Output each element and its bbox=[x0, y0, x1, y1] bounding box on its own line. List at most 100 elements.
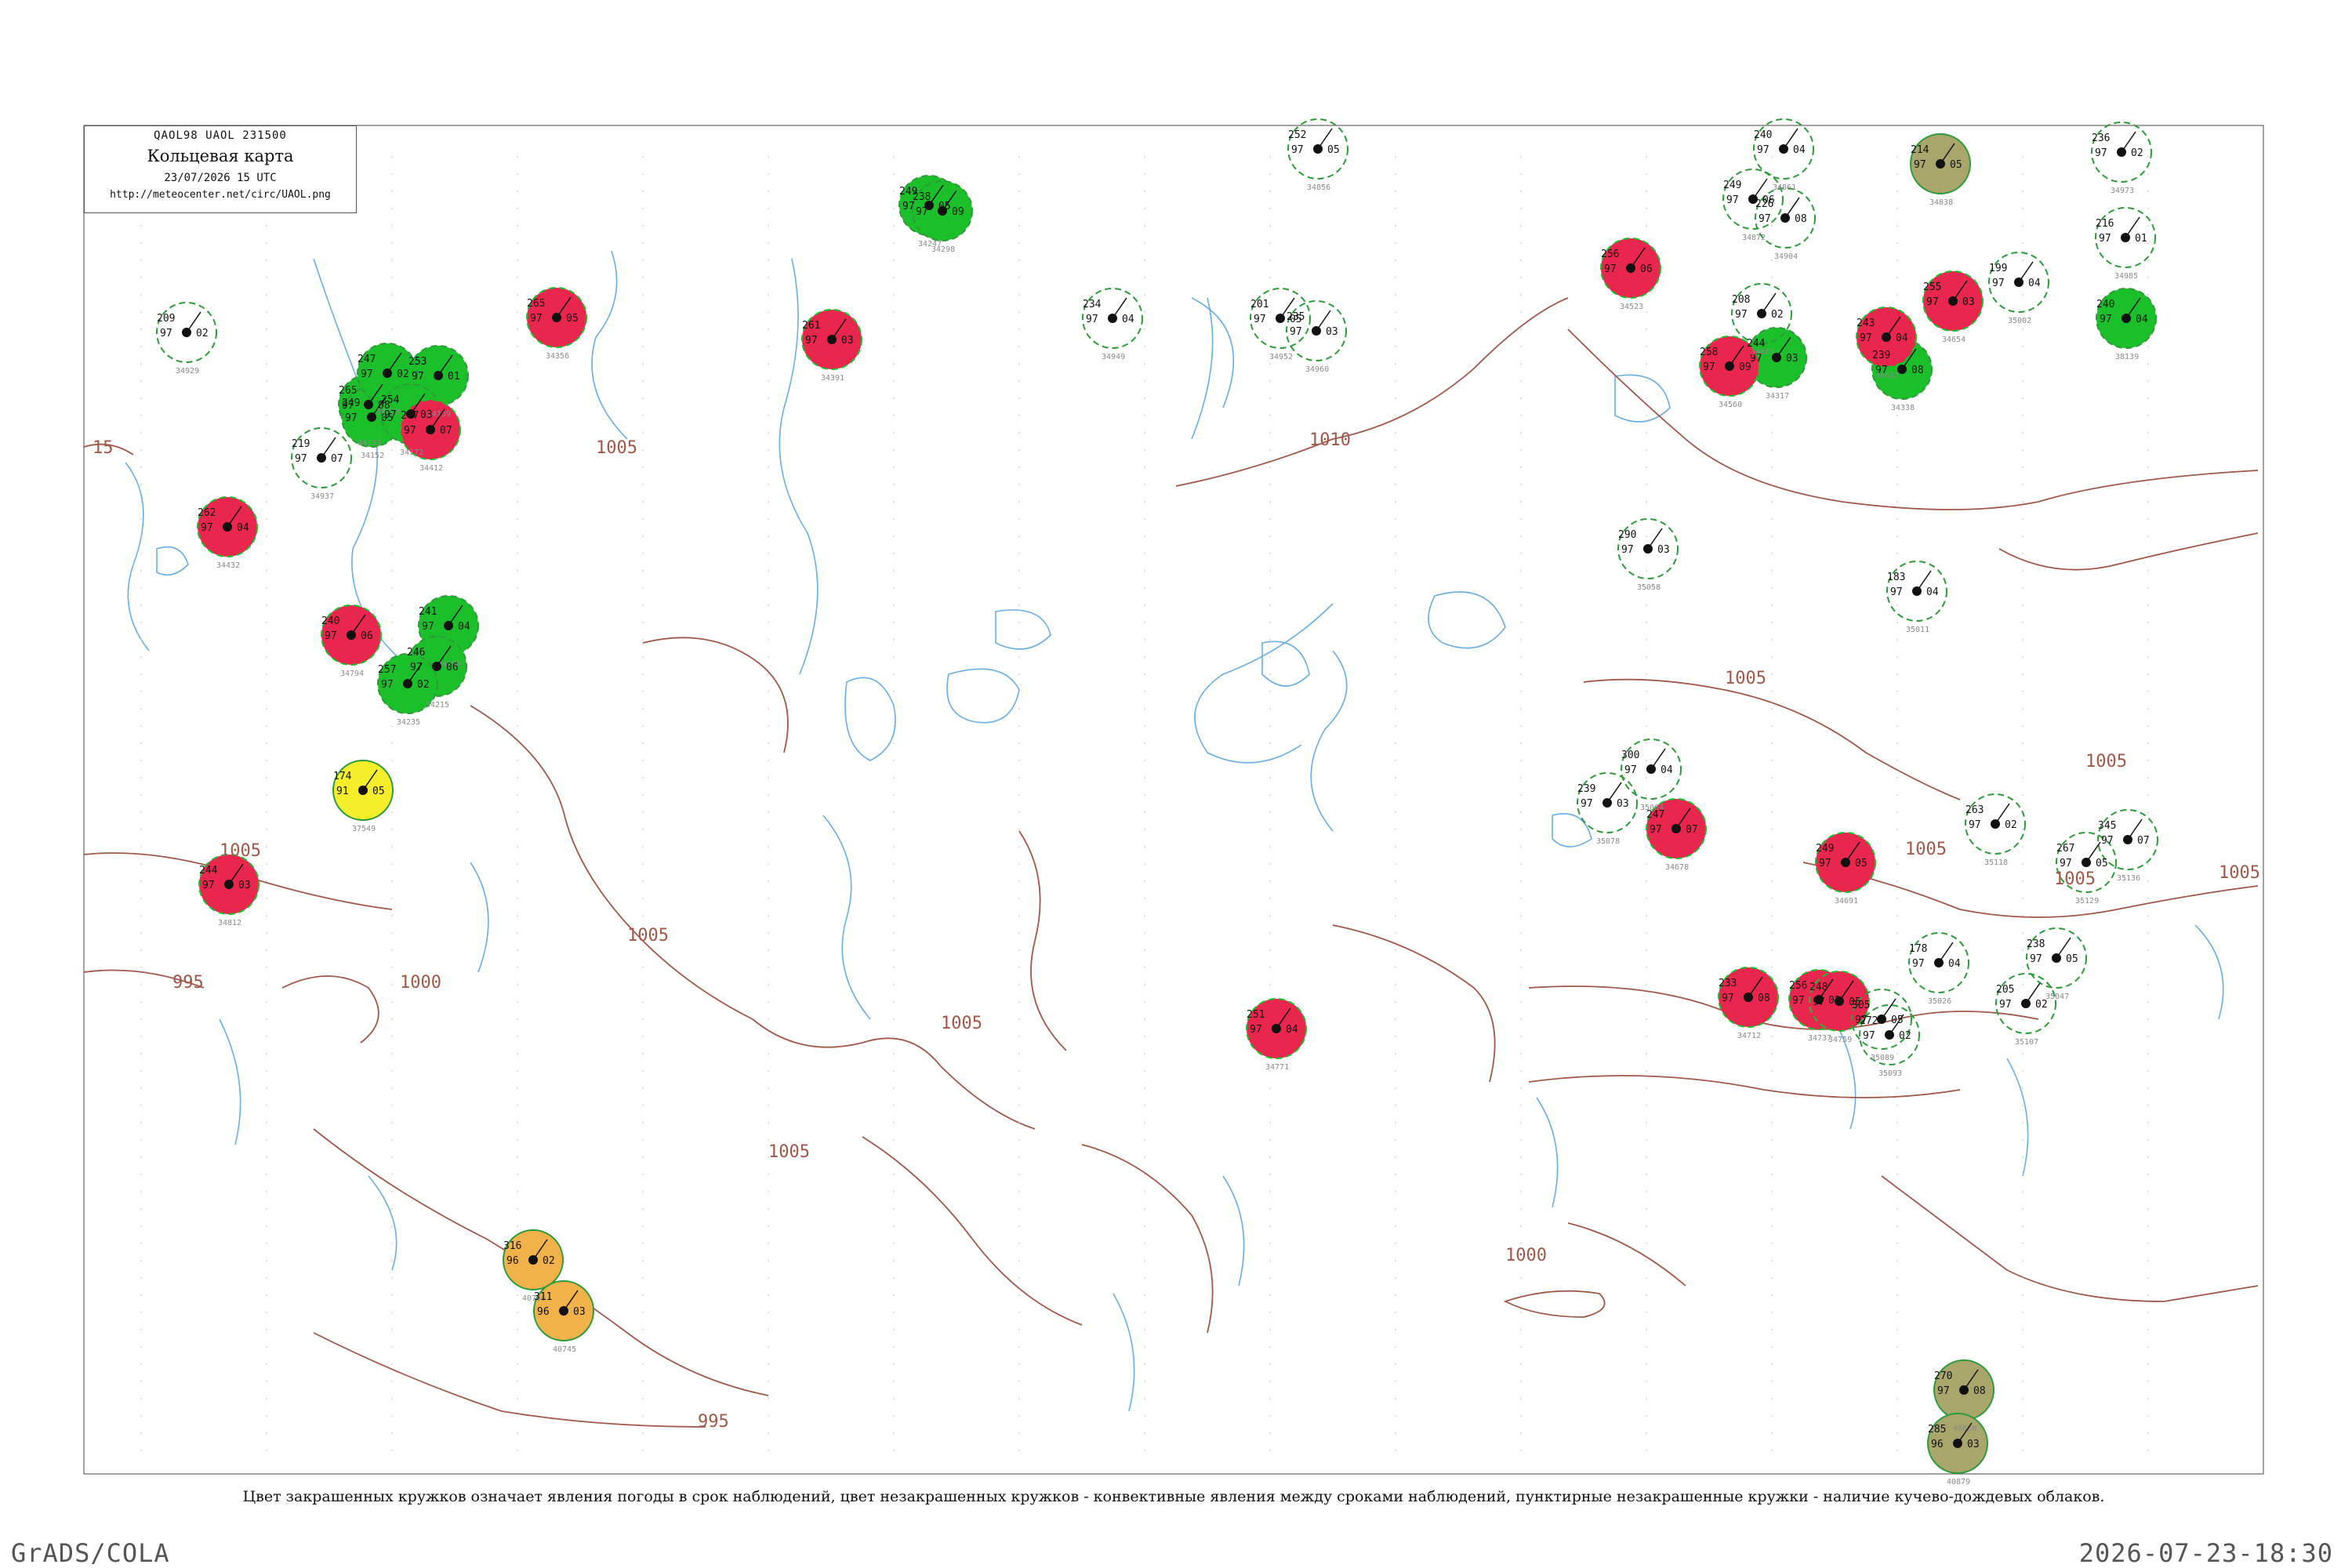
graticule-dot bbox=[2022, 1329, 2024, 1330]
graticule-dot bbox=[266, 1277, 267, 1279]
graticule-dot bbox=[266, 1294, 267, 1296]
graticule-dot bbox=[1018, 1001, 1020, 1003]
graticule-dot bbox=[768, 639, 769, 641]
station-code: 34560 bbox=[1719, 401, 1742, 409]
station-temperature: 97 bbox=[1926, 296, 1939, 308]
graticule-dot bbox=[1896, 1053, 1898, 1054]
graticule-dot bbox=[266, 225, 267, 227]
graticule-dot bbox=[893, 1363, 895, 1365]
graticule-dot bbox=[140, 570, 142, 572]
graticule-dot bbox=[642, 346, 644, 347]
station-pressure: 249 bbox=[1816, 843, 1834, 855]
graticule-dot bbox=[1269, 1156, 1271, 1158]
graticule-dot bbox=[1018, 535, 1020, 537]
graticule-dot bbox=[140, 225, 142, 227]
station-temperature: 97 bbox=[404, 425, 416, 437]
graticule-dot bbox=[1269, 311, 1271, 313]
graticule-dot bbox=[266, 1363, 267, 1365]
graticule-dot bbox=[642, 673, 644, 675]
graticule-dot bbox=[266, 742, 267, 744]
graticule-dot bbox=[1395, 311, 1396, 313]
station-dewpoint: 05 bbox=[1327, 144, 1340, 156]
station-temperature: 97 bbox=[325, 630, 337, 642]
graticule-dot bbox=[2022, 604, 2024, 606]
graticule-dot bbox=[1771, 691, 1773, 692]
graticule-dot bbox=[391, 1312, 393, 1313]
graticule-dot bbox=[1395, 570, 1396, 572]
graticule-dot bbox=[1144, 518, 1145, 520]
graticule-dot bbox=[1395, 742, 1396, 744]
graticule-dot bbox=[391, 949, 393, 951]
graticule-dot bbox=[1771, 777, 1773, 779]
graticule-dot bbox=[1646, 1122, 1647, 1123]
graticule-dot bbox=[266, 1243, 267, 1244]
graticule-dot bbox=[1395, 1415, 1396, 1417]
graticule-dot bbox=[642, 208, 644, 209]
station-dewpoint: 08 bbox=[1758, 993, 1770, 1004]
graticule-dot bbox=[1646, 311, 1647, 313]
graticule-dot bbox=[642, 225, 644, 227]
graticule-dot bbox=[1520, 1053, 1522, 1054]
graticule-dot bbox=[1269, 1208, 1271, 1210]
graticule-dot bbox=[2147, 1363, 2149, 1365]
graticule-dot bbox=[1896, 277, 1898, 278]
graticule-dot bbox=[266, 915, 267, 916]
graticule-dot bbox=[1896, 742, 1898, 744]
station-dewpoint: 09 bbox=[952, 206, 964, 218]
graticule-dot bbox=[391, 1191, 393, 1192]
graticule-dot bbox=[1520, 208, 1522, 209]
station-dewpoint: 02 bbox=[2131, 147, 2143, 159]
graticule-dot bbox=[140, 260, 142, 261]
graticule-dot bbox=[266, 518, 267, 520]
graticule-dot bbox=[1018, 449, 1020, 451]
graticule-dot bbox=[642, 1174, 644, 1175]
graticule-dot bbox=[642, 794, 644, 796]
graticule-dot bbox=[2147, 811, 2149, 813]
graticule-dot bbox=[893, 466, 895, 468]
station-dewpoint: 04 bbox=[1896, 332, 1908, 344]
station-dewpoint: 09 bbox=[1739, 361, 1751, 373]
graticule-dot bbox=[1395, 1001, 1396, 1003]
graticule-dot bbox=[391, 846, 393, 848]
graticule-dot bbox=[140, 294, 142, 296]
station-pressure: 254 bbox=[381, 394, 400, 406]
station-dewpoint: 04 bbox=[458, 621, 470, 633]
graticule-dot bbox=[1144, 1260, 1145, 1261]
graticule-dot bbox=[768, 363, 769, 365]
graticule-dot bbox=[2147, 760, 2149, 761]
graticule-dot bbox=[1144, 173, 1145, 175]
graticule-dot bbox=[768, 173, 769, 175]
graticule-dot bbox=[266, 725, 267, 727]
graticule-dot bbox=[140, 1381, 142, 1382]
graticule-dot bbox=[1269, 1243, 1271, 1244]
graticule-dot bbox=[1646, 1053, 1647, 1054]
graticule-dot bbox=[2147, 1398, 2149, 1399]
graticule-dot bbox=[768, 1329, 769, 1330]
graticule-dot bbox=[1144, 1208, 1145, 1210]
graticule-dot bbox=[1520, 604, 1522, 606]
graticule-dot bbox=[768, 277, 769, 278]
graticule-dot bbox=[2147, 1191, 2149, 1192]
graticule-dot bbox=[1018, 1312, 1020, 1313]
graticule-dot bbox=[1646, 432, 1647, 434]
graticule-dot bbox=[2147, 415, 2149, 416]
graticule-dot bbox=[266, 898, 267, 899]
graticule-dot bbox=[1395, 1432, 1396, 1434]
graticule-dot bbox=[140, 1277, 142, 1279]
source-url[interactable]: http://meteocenter.net/circ/UAOL.png bbox=[85, 189, 356, 201]
station-pressure: 226 bbox=[1755, 198, 1773, 210]
graticule-dot bbox=[1018, 794, 1020, 796]
graticule-dot bbox=[2022, 570, 2024, 572]
station-dewpoint: 05 bbox=[2066, 953, 2078, 965]
station-code: 34856 bbox=[1307, 183, 1330, 192]
station-temperature: 97 bbox=[1792, 995, 1805, 1007]
graticule-dot bbox=[391, 1432, 393, 1434]
graticule-dot bbox=[2147, 1156, 2149, 1158]
graticule-dot bbox=[1144, 501, 1145, 503]
station-pressure: 272 bbox=[1860, 1015, 1878, 1027]
graticule-dot bbox=[1520, 1208, 1522, 1210]
graticule-dot bbox=[1646, 708, 1647, 710]
graticule-dot bbox=[2147, 432, 2149, 434]
graticule-dot bbox=[1269, 553, 1271, 554]
graticule-dot bbox=[642, 1018, 644, 1020]
